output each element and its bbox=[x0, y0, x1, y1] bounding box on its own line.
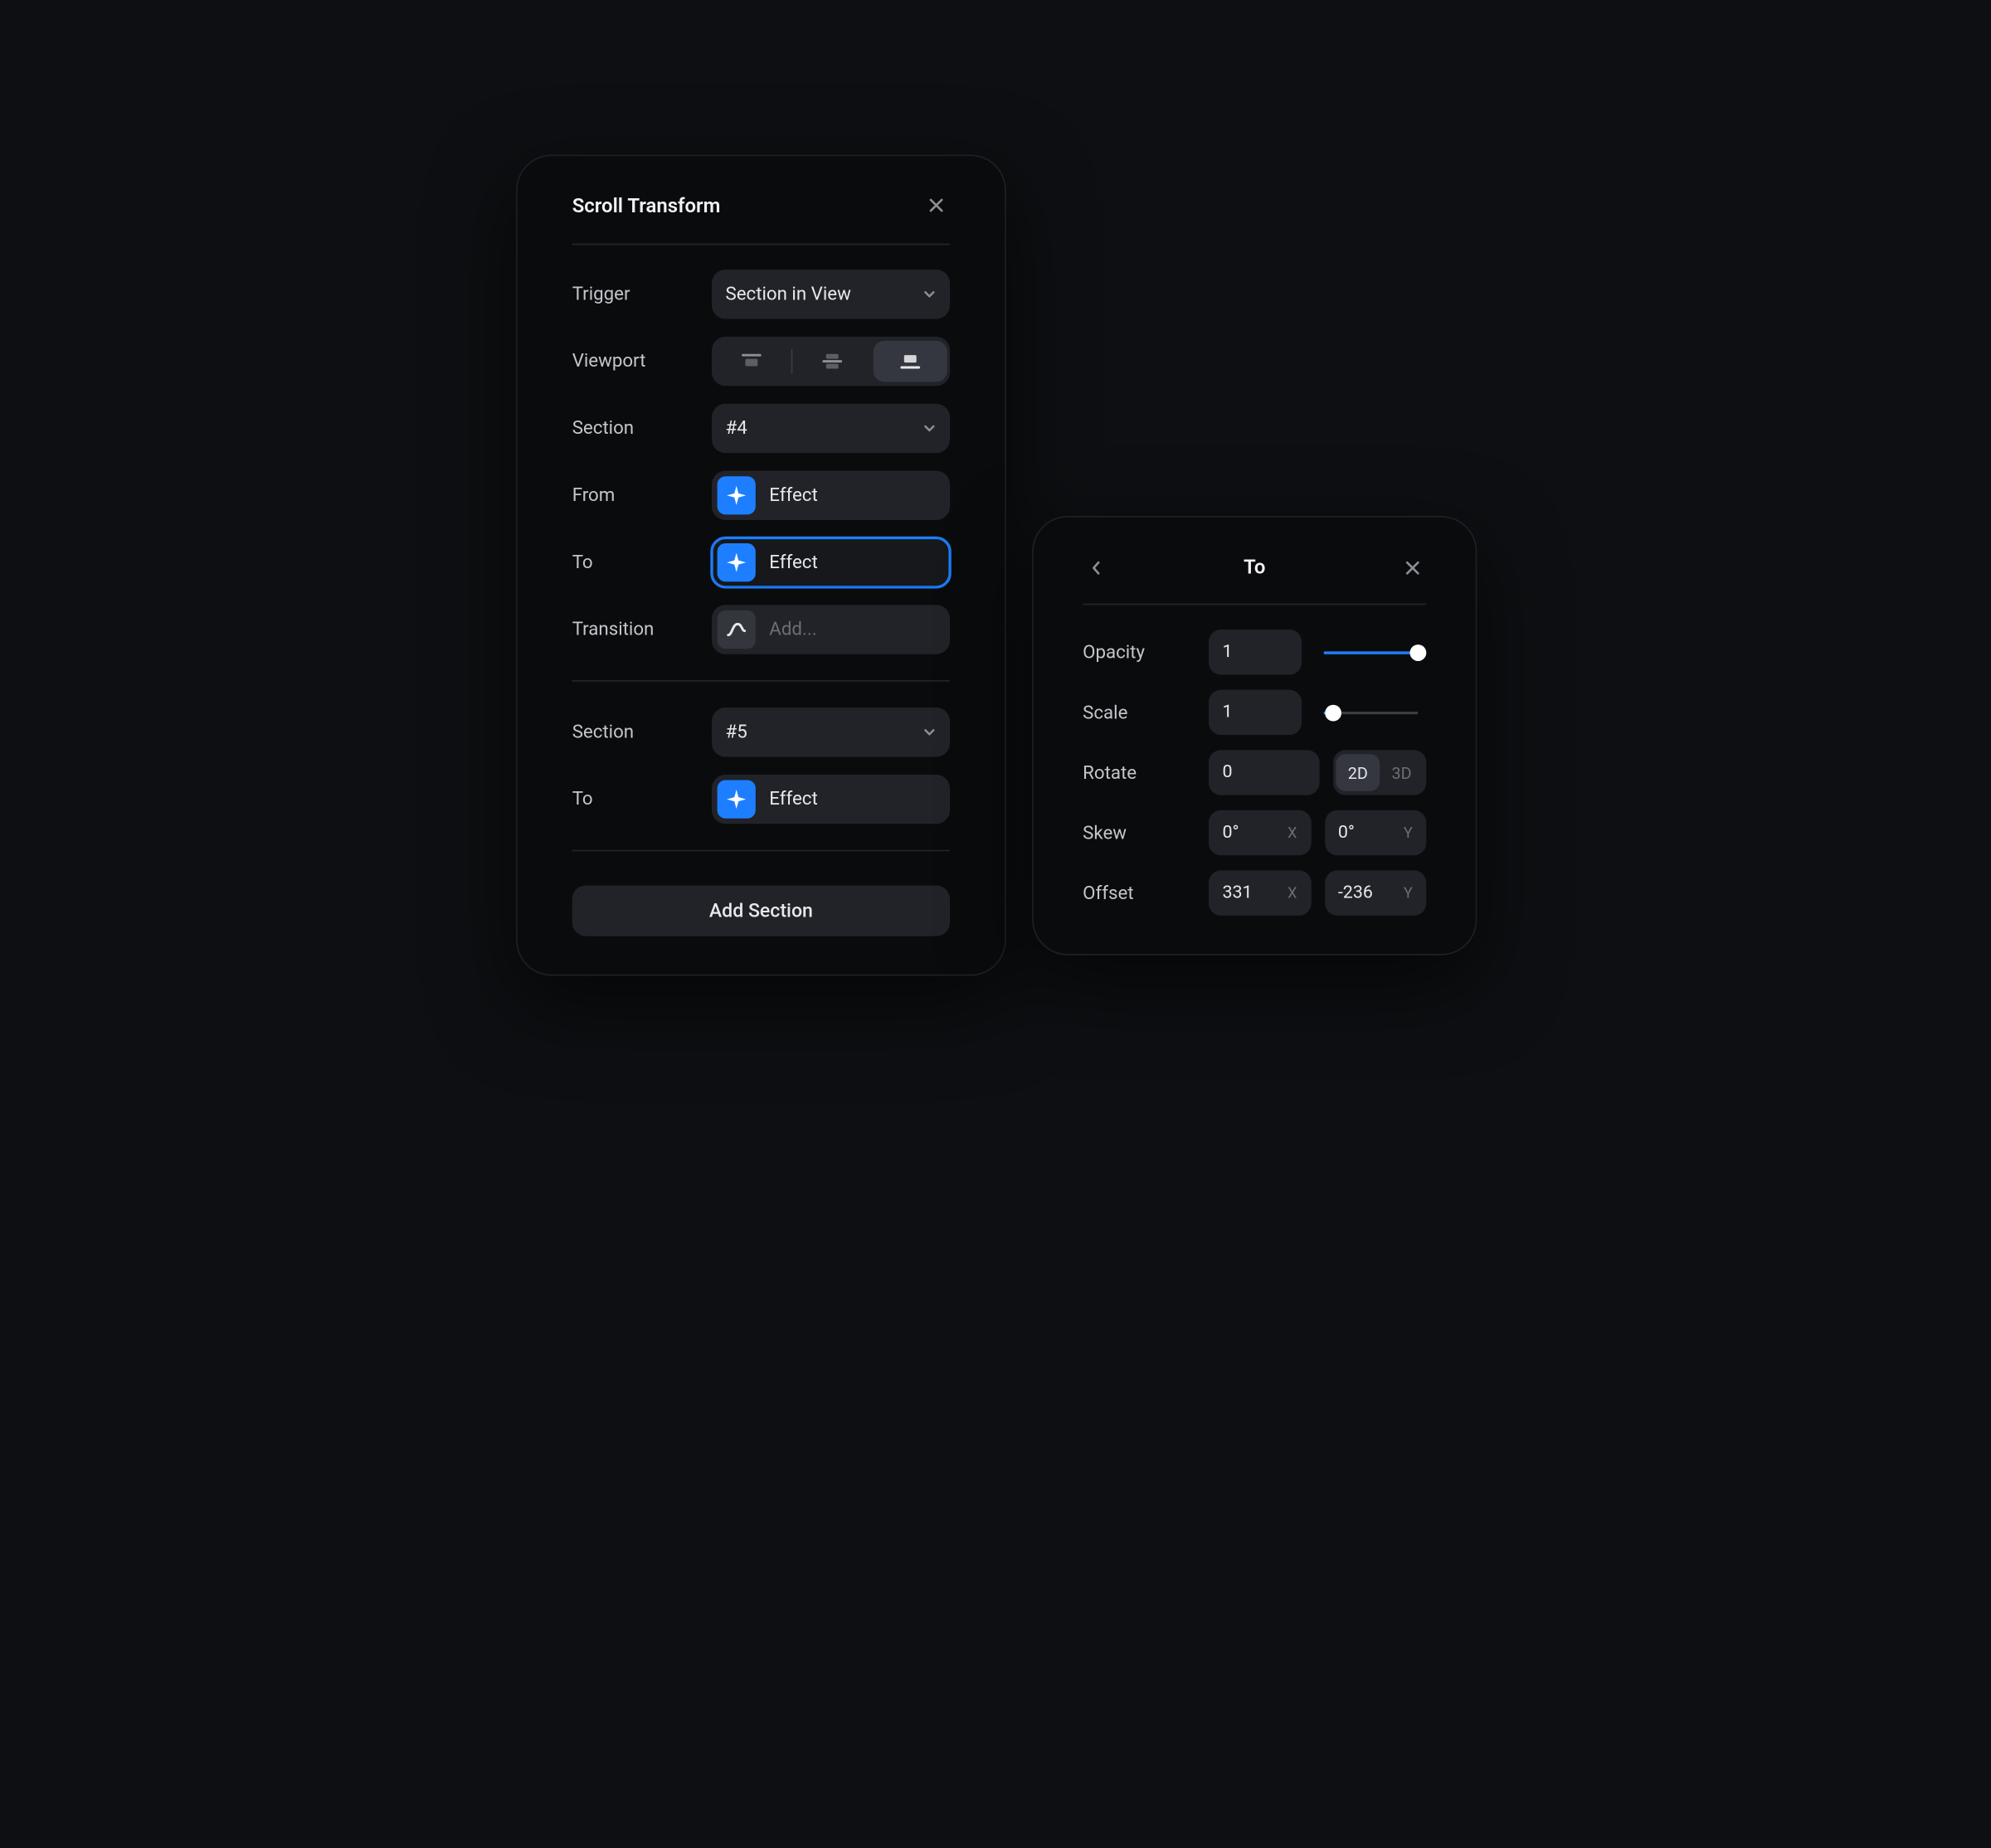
back-icon[interactable] bbox=[1083, 553, 1110, 581]
scale-value: 1 bbox=[1222, 702, 1232, 722]
scroll-transform-panel: Scroll Transform Trigger Section in View bbox=[516, 154, 1006, 975]
opacity-label: Opacity bbox=[1083, 641, 1195, 663]
offset-x-value: 331 bbox=[1222, 883, 1252, 903]
from-value: Effect bbox=[769, 484, 817, 506]
trigger-label: Trigger bbox=[572, 284, 699, 305]
panel-header: Scroll Transform bbox=[572, 192, 950, 245]
chevron-down-icon bbox=[922, 288, 937, 302]
skew-y-input[interactable]: 0° Y bbox=[1324, 810, 1426, 855]
segment-divider bbox=[791, 349, 793, 374]
viewport-label: Viewport bbox=[572, 350, 699, 372]
rotate-3d-option[interactable]: 3D bbox=[1380, 754, 1424, 791]
skew-label: Skew bbox=[1083, 822, 1195, 844]
sparkle-icon bbox=[718, 781, 756, 819]
close-icon[interactable] bbox=[922, 192, 950, 219]
scale-slider[interactable] bbox=[1316, 711, 1427, 713]
viewport-top-icon[interactable] bbox=[714, 341, 789, 382]
trigger-select[interactable]: Section in View bbox=[712, 270, 950, 319]
section-divider bbox=[572, 850, 950, 852]
section-label: Section bbox=[572, 722, 699, 743]
viewport-bottom-icon[interactable] bbox=[873, 341, 947, 382]
axis-y-suffix: Y bbox=[1404, 824, 1413, 841]
skew-y-value: 0° bbox=[1338, 823, 1355, 844]
section-select-5[interactable]: #5 bbox=[712, 708, 950, 756]
section-divider bbox=[572, 680, 950, 682]
skew-x-input[interactable]: 0° X bbox=[1209, 810, 1311, 855]
sparkle-icon bbox=[718, 476, 756, 514]
scale-label: Scale bbox=[1083, 702, 1195, 723]
trigger-value: Section in View bbox=[726, 284, 851, 305]
viewport-segment bbox=[712, 337, 950, 386]
to-value: Effect bbox=[769, 552, 817, 573]
to-value: Effect bbox=[769, 788, 817, 810]
opacity-slider[interactable] bbox=[1316, 651, 1427, 654]
from-label: From bbox=[572, 484, 699, 506]
chevron-down-icon bbox=[922, 726, 937, 740]
sparkle-icon bbox=[718, 543, 756, 581]
rotate-label: Rotate bbox=[1083, 761, 1195, 783]
offset-x-input[interactable]: 331 X bbox=[1209, 870, 1311, 915]
viewport-center-icon[interactable] bbox=[796, 341, 870, 382]
curve-icon bbox=[718, 610, 756, 649]
transition-label: Transition bbox=[572, 619, 699, 640]
rotate-mode-segment: 2D 3D bbox=[1333, 750, 1426, 795]
transition-field[interactable]: Add... bbox=[712, 605, 950, 654]
axis-y-suffix: Y bbox=[1404, 884, 1413, 902]
scale-input[interactable]: 1 bbox=[1209, 690, 1302, 735]
to-detail-panel: To Opacity 1 bbox=[1032, 516, 1477, 956]
rotate-value: 0 bbox=[1222, 762, 1232, 783]
transition-placeholder: Add... bbox=[769, 619, 816, 640]
offset-y-input[interactable]: -236 Y bbox=[1324, 870, 1426, 915]
section-select-4[interactable]: #4 bbox=[712, 404, 950, 453]
opacity-value: 1 bbox=[1222, 642, 1232, 663]
section-value: #5 bbox=[726, 722, 747, 743]
opacity-input[interactable]: 1 bbox=[1209, 630, 1302, 674]
section-value: #4 bbox=[726, 417, 747, 439]
panel-header: To bbox=[1083, 556, 1426, 605]
to-effect-field[interactable]: Effect bbox=[712, 775, 950, 824]
rotate-2d-option[interactable]: 2D bbox=[1336, 754, 1380, 791]
close-icon[interactable] bbox=[1399, 553, 1426, 581]
offset-label: Offset bbox=[1083, 882, 1195, 903]
panel-title: To bbox=[1244, 556, 1265, 579]
axis-x-suffix: X bbox=[1288, 884, 1297, 902]
offset-y-value: -236 bbox=[1338, 883, 1373, 903]
chevron-down-icon bbox=[922, 421, 937, 435]
panel-title: Scroll Transform bbox=[572, 193, 721, 216]
to-label: To bbox=[572, 552, 699, 573]
axis-x-suffix: X bbox=[1288, 824, 1297, 841]
section-label: Section bbox=[572, 417, 699, 439]
from-effect-field[interactable]: Effect bbox=[712, 471, 950, 520]
to-label: To bbox=[572, 788, 699, 810]
to-effect-field-active[interactable]: Effect bbox=[712, 537, 950, 586]
skew-x-value: 0° bbox=[1222, 823, 1239, 844]
add-section-button[interactable]: Add Section bbox=[572, 886, 950, 936]
rotate-input[interactable]: 0 bbox=[1209, 750, 1320, 795]
